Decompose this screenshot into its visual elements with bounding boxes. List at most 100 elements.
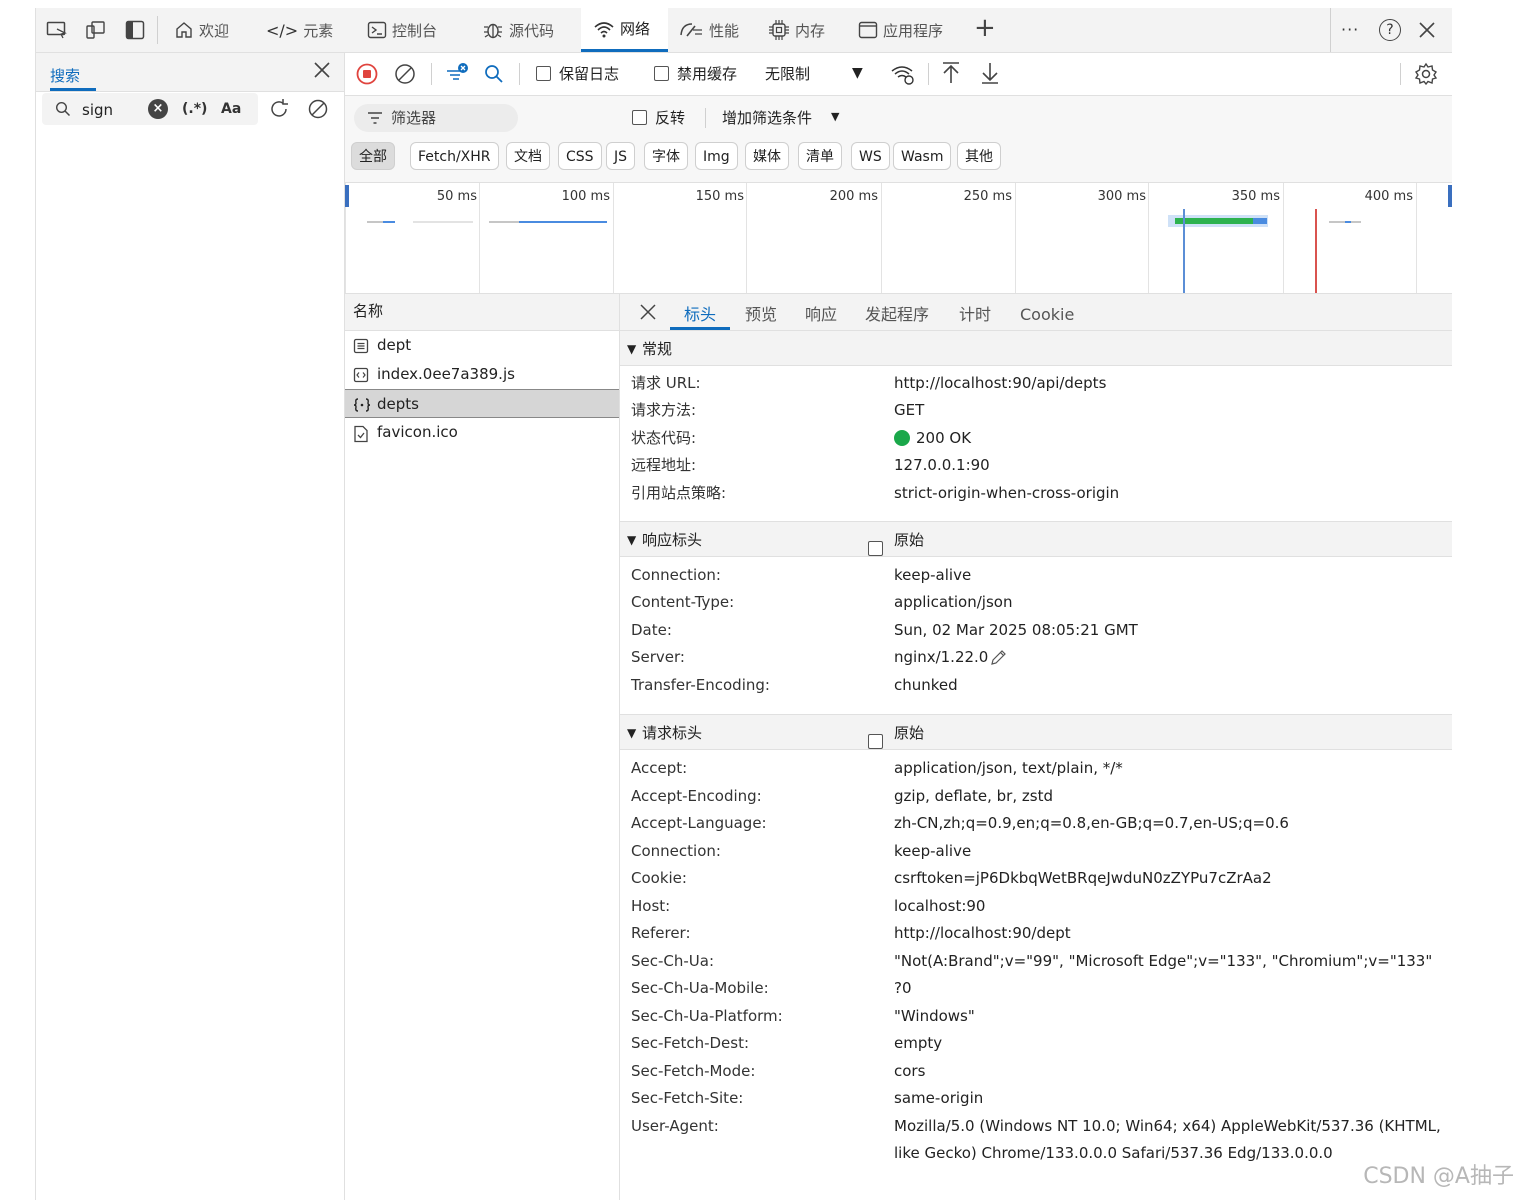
chip-css[interactable]: CSS xyxy=(558,142,602,170)
header-value: gzip, deflate, br, zstd xyxy=(894,787,1053,805)
close-search-icon[interactable] xyxy=(313,61,331,79)
tab-console[interactable]: 控制台 xyxy=(367,8,437,52)
header-value: same-origin xyxy=(894,1089,984,1107)
search-icon xyxy=(55,101,71,117)
header-key: Date: xyxy=(631,621,672,639)
tab-network[interactable]: 网络 xyxy=(581,8,668,52)
edit-pencil-icon[interactable] xyxy=(989,649,1007,667)
section-title: 响应标头 xyxy=(642,531,703,549)
chip-js[interactable]: JS xyxy=(606,142,636,170)
header-value: "Windows" xyxy=(894,1007,975,1025)
more-filters-chevron-icon[interactable]: ▼ xyxy=(831,110,839,123)
chip-manifest[interactable]: 清单 xyxy=(798,142,842,170)
tab-performance[interactable]: 性能 xyxy=(678,8,739,52)
help-icon[interactable]: ? xyxy=(1379,19,1401,41)
match-case-toggle[interactable]: Aa xyxy=(221,101,241,117)
chip-fetch-xhr[interactable]: Fetch/XHR xyxy=(410,142,499,170)
network-conditions-icon[interactable] xyxy=(890,62,916,86)
inspect-element-icon[interactable] xyxy=(46,20,68,40)
close-devtools-icon[interactable] xyxy=(1418,21,1436,39)
chip-img[interactable]: Img xyxy=(695,142,738,170)
header-value: keep-alive xyxy=(894,842,972,860)
close-details-icon[interactable] xyxy=(639,303,657,321)
tab-preview[interactable]: 预览 xyxy=(745,294,777,330)
device-emulation-icon[interactable] xyxy=(85,20,107,40)
refresh-icon[interactable] xyxy=(268,98,290,120)
search-input[interactable]: sign xyxy=(82,101,113,119)
preserve-log-checkbox[interactable] xyxy=(536,66,551,85)
request-bar xyxy=(489,221,519,223)
timeline-right-handle[interactable] xyxy=(1448,185,1452,207)
header-key: Accept-Language: xyxy=(631,814,767,832)
request-headers-section-header[interactable]: ▼ 请求标头 原始 xyxy=(620,714,1452,750)
tab-timing[interactable]: 计时 xyxy=(959,294,991,330)
divider xyxy=(519,63,520,85)
header-value: http://localhost:90/dept xyxy=(894,924,1071,942)
header-value: application/json, text/plain, */* xyxy=(894,759,1123,777)
header-key: 引用站点策略: xyxy=(631,484,727,502)
chip-ws[interactable]: WS xyxy=(851,142,890,170)
tick-label: 400 ms xyxy=(1364,189,1413,204)
throttling-select[interactable]: 无限制 xyxy=(765,63,810,84)
invert-label: 反转 xyxy=(655,109,686,127)
chip-other[interactable]: 其他 xyxy=(957,142,1001,170)
request-bar xyxy=(383,221,395,223)
header-key: Connection: xyxy=(631,842,721,860)
import-har-icon[interactable] xyxy=(941,61,961,85)
dock-panel-icon[interactable] xyxy=(125,20,145,40)
add-tab-icon[interactable]: + xyxy=(974,12,996,44)
more-options-icon[interactable]: ··· xyxy=(1341,20,1359,39)
request-row-js[interactable]: index.0ee7a389.js xyxy=(345,360,619,389)
tab-memory[interactable]: 内存 xyxy=(768,8,825,52)
clear-search-icon[interactable]: × xyxy=(148,99,168,119)
header-key: Accept: xyxy=(631,759,688,777)
divider xyxy=(431,63,432,85)
request-row-favicon[interactable]: favicon.ico xyxy=(345,418,619,447)
filter-settings-icon[interactable] xyxy=(444,61,470,85)
chip-doc[interactable]: 文档 xyxy=(506,142,550,170)
clear-results-icon[interactable] xyxy=(307,98,329,120)
throttling-dropdown-icon[interactable]: ▼ xyxy=(852,65,863,81)
header-row: Sec-Ch-Ua-Platform: "Windows" xyxy=(620,1003,1452,1030)
response-headers-section-header[interactable]: ▼ 响应标头 原始 xyxy=(620,521,1452,557)
code-brackets-icon: </> xyxy=(266,20,299,40)
settings-gear-icon[interactable] xyxy=(1414,62,1438,86)
header-value: csrftoken=jP6DkbqWetBRqeJwduN0zZYPu7cZrA… xyxy=(894,869,1272,887)
search-tab[interactable]: 搜索 xyxy=(50,65,96,91)
timeline-overview[interactable]: 50 ms 100 ms 150 ms 200 ms 250 ms 300 ms… xyxy=(345,183,1452,294)
tab-welcome[interactable]: 欢迎 xyxy=(174,8,229,52)
invert-checkbox[interactable] xyxy=(632,110,647,129)
collapse-triangle-icon: ▼ xyxy=(627,533,637,547)
header-value: http://localhost:90/api/depts xyxy=(894,374,1107,392)
request-row-depts[interactable]: depts xyxy=(345,389,619,418)
tick-label: 150 ms xyxy=(695,189,744,204)
tab-cookies[interactable]: Cookie xyxy=(1020,294,1074,330)
tab-elements[interactable]: </> 元素 xyxy=(266,8,333,52)
search-network-icon[interactable] xyxy=(484,64,504,84)
tab-initiator[interactable]: 发起程序 xyxy=(865,294,929,330)
record-stop-icon[interactable] xyxy=(356,63,378,85)
tab-application[interactable]: 应用程序 xyxy=(858,8,943,52)
devtools-window: 欢迎 </> 元素 控制台 源代码 网络 性能 内存 应用程序 + ··· ? … xyxy=(35,8,1452,1200)
regex-toggle[interactable]: (.*) xyxy=(182,101,207,117)
tab-headers[interactable]: 标头 xyxy=(670,294,731,330)
divider xyxy=(1330,8,1331,52)
chip-all[interactable]: 全部 xyxy=(351,142,395,170)
chip-media[interactable]: 媒体 xyxy=(745,142,789,170)
header-key: 请求方法: xyxy=(631,401,697,419)
tab-sources[interactable]: 源代码 xyxy=(482,8,554,52)
chip-wasm[interactable]: Wasm xyxy=(893,142,952,170)
timeline-left-handle[interactable] xyxy=(345,185,349,207)
header-key: Connection: xyxy=(631,566,721,584)
tab-response[interactable]: 响应 xyxy=(805,294,837,330)
load-event-line xyxy=(1315,209,1317,293)
clear-log-icon[interactable] xyxy=(394,63,416,85)
disable-cache-checkbox[interactable] xyxy=(654,66,669,85)
chip-font[interactable]: 字体 xyxy=(644,142,688,170)
export-har-icon[interactable] xyxy=(980,61,1000,85)
general-section-header[interactable]: ▼ 常规 xyxy=(620,330,1452,366)
name-column-header[interactable]: 名称 xyxy=(345,294,619,331)
more-filters-dropdown[interactable]: 增加筛选条件 xyxy=(722,107,812,128)
request-row-dept[interactable]: dept xyxy=(345,331,619,360)
memory-chip-icon xyxy=(768,19,790,41)
